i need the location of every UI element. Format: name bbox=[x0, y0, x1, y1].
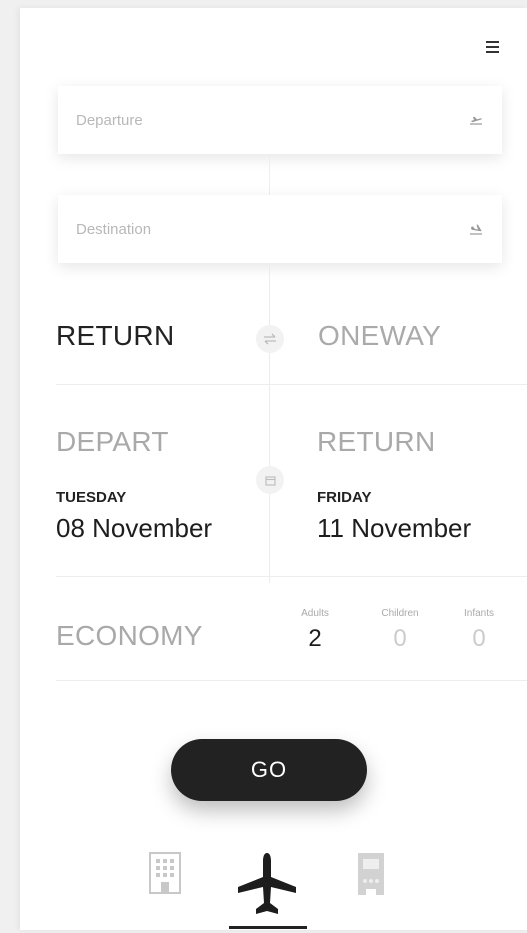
depart-day: TUESDAY bbox=[56, 489, 127, 506]
adults-label: Adults bbox=[301, 608, 329, 619]
children-count: 0 bbox=[393, 625, 407, 652]
trip-type-return[interactable]: RETURN bbox=[56, 320, 174, 352]
infants-count: 0 bbox=[472, 625, 486, 652]
divider bbox=[56, 576, 527, 577]
adults-count: 2 bbox=[308, 625, 322, 652]
takeoff-icon bbox=[470, 116, 482, 125]
tab-flight[interactable] bbox=[234, 851, 300, 922]
adults-counter[interactable]: Adults 2 bbox=[290, 608, 340, 653]
divider bbox=[56, 680, 527, 681]
infants-counter[interactable]: Infants 0 bbox=[454, 608, 504, 653]
children-counter[interactable]: Children 0 bbox=[375, 608, 425, 653]
go-button[interactable]: GO bbox=[171, 739, 367, 801]
departure-placeholder: Departure bbox=[76, 111, 143, 129]
return-day: FRIDAY bbox=[317, 489, 372, 506]
tab-train[interactable] bbox=[354, 851, 388, 902]
children-label: Children bbox=[381, 608, 419, 619]
hotel-icon bbox=[149, 852, 181, 894]
field-connector bbox=[269, 154, 270, 195]
center-divider bbox=[269, 263, 270, 583]
train-icon bbox=[358, 853, 384, 895]
swap-icon[interactable] bbox=[256, 325, 284, 353]
destination-placeholder: Destination bbox=[76, 220, 152, 238]
app-screen: Departure Destination RETURN ONEWAY DEPA… bbox=[20, 8, 527, 930]
tab-hotel[interactable] bbox=[148, 851, 182, 900]
landing-icon bbox=[470, 224, 482, 235]
calendar-icon bbox=[256, 466, 284, 494]
depart-label: DEPART bbox=[56, 426, 169, 457]
cabin-class-selector[interactable]: ECONOMY bbox=[56, 620, 203, 652]
menu-icon[interactable] bbox=[486, 41, 499, 53]
trip-type-oneway[interactable]: ONEWAY bbox=[318, 320, 441, 352]
infants-label: Infants bbox=[463, 608, 495, 619]
airplane-icon bbox=[238, 853, 296, 914]
return-date: 11 November bbox=[317, 513, 472, 543]
departure-field[interactable]: Departure bbox=[58, 86, 502, 154]
active-tab-indicator bbox=[229, 926, 307, 929]
destination-field[interactable]: Destination bbox=[58, 195, 502, 263]
return-label: RETURN bbox=[317, 426, 436, 457]
depart-date: 08 November bbox=[56, 513, 213, 543]
divider bbox=[56, 384, 527, 385]
